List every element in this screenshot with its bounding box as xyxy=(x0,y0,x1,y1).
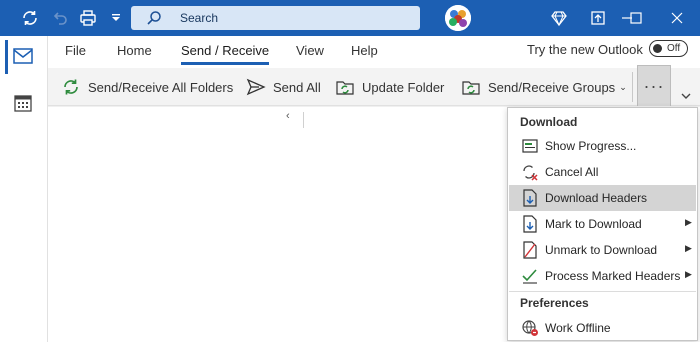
toggle-state: Off xyxy=(667,43,681,54)
command-separator xyxy=(632,72,633,102)
menu-label: Mark to Download xyxy=(545,217,642,231)
send-receive-groups-button[interactable]: Send/Receive Groups ⌄ xyxy=(461,77,627,97)
send-icon xyxy=(246,77,266,97)
groups-icon xyxy=(461,77,481,97)
menu-item-mark-to-download[interactable]: Mark to Download ▶ xyxy=(509,211,696,237)
submenu-arrow-icon: ▶ xyxy=(685,269,692,279)
search-icon xyxy=(146,10,162,29)
diamond-icon[interactable] xyxy=(549,8,569,28)
mark-download-icon xyxy=(521,215,539,233)
menu-item-work-offline[interactable]: Work Offline xyxy=(509,315,696,341)
menu-label: Show Progress... xyxy=(545,139,637,153)
tab-view[interactable]: View xyxy=(296,43,324,58)
tab-send-receive[interactable]: Send / Receive xyxy=(181,43,269,58)
menu-label: Unmark to Download xyxy=(545,243,658,257)
send-all-button[interactable]: Send All xyxy=(246,77,321,97)
print-icon[interactable] xyxy=(78,8,98,28)
menu-item-cancel-all[interactable]: Cancel All xyxy=(509,159,696,185)
menu-label: Work Offline xyxy=(545,321,611,335)
title-bar: Search xyxy=(0,0,700,36)
update-folder-icon xyxy=(335,77,355,97)
tab-help[interactable]: Help xyxy=(351,43,378,58)
update-folder-label: Update Folder xyxy=(362,79,445,95)
menu-label: Download Headers xyxy=(545,191,648,205)
try-new-outlook-label: Try the new Outlook xyxy=(527,42,643,57)
unmark-download-icon xyxy=(521,241,539,259)
tab-file[interactable]: File xyxy=(65,43,86,58)
more-commands-button[interactable]: ··· xyxy=(637,65,671,107)
undo-icon[interactable] xyxy=(50,8,70,28)
menu-item-show-progress[interactable]: Show Progress... xyxy=(509,133,696,159)
active-tab-underline xyxy=(181,62,269,65)
cancel-all-icon xyxy=(521,163,539,181)
send-receive-all-label: Send/Receive All Folders xyxy=(88,79,234,95)
progress-icon xyxy=(521,137,539,155)
toggle-knob xyxy=(653,44,662,53)
process-headers-icon xyxy=(521,267,539,285)
menu-separator xyxy=(509,291,696,292)
maximize-icon[interactable] xyxy=(626,8,646,28)
menu-item-download-headers[interactable]: Download Headers xyxy=(509,185,696,211)
more-commands-menu: Download Show Progress... Cancel All Dow… xyxy=(507,107,698,341)
avatar[interactable] xyxy=(445,5,471,31)
sync-icon[interactable] xyxy=(20,8,40,28)
download-headers-icon xyxy=(521,189,539,207)
pane-divider[interactable] xyxy=(303,112,304,128)
ribbon-collapse-icon[interactable] xyxy=(680,90,692,105)
send-all-label: Send All xyxy=(273,79,321,95)
menu-item-unmark-to-download[interactable]: Unmark to Download ▶ xyxy=(509,237,696,263)
calendar-icon[interactable] xyxy=(14,94,32,115)
mail-icon[interactable] xyxy=(13,48,33,67)
submenu-arrow-icon: ▶ xyxy=(685,243,692,253)
menu-label: Cancel All xyxy=(545,165,599,179)
work-offline-icon xyxy=(521,319,539,337)
command-bar: Send/Receive All Folders Send All Update… xyxy=(48,68,700,106)
quick-access-dropdown-icon[interactable] xyxy=(106,8,126,28)
submenu-arrow-icon: ▶ xyxy=(685,217,692,227)
search-input[interactable]: Search xyxy=(131,6,420,30)
collapse-pane-icon[interactable]: ‹ xyxy=(286,110,290,122)
close-icon[interactable] xyxy=(667,8,687,28)
left-navigation xyxy=(0,36,48,342)
menu-section-download: Download xyxy=(520,115,578,129)
update-folder-button[interactable]: Update Folder xyxy=(335,77,444,97)
try-new-outlook-toggle[interactable]: Off xyxy=(649,40,688,57)
send-receive-groups-label: Send/Receive Groups xyxy=(488,79,616,95)
search-placeholder: Search xyxy=(180,11,219,25)
menu-item-process-marked-headers[interactable]: Process Marked Headers ▶ xyxy=(509,263,696,289)
send-receive-all-folders-button[interactable]: Send/Receive All Folders xyxy=(61,77,233,97)
nav-selection-indicator xyxy=(5,40,8,74)
chevron-down-icon: ⌄ xyxy=(619,81,627,92)
restore-icon[interactable] xyxy=(588,8,608,28)
menu-label: Process Marked Headers xyxy=(545,269,681,283)
tab-home[interactable]: Home xyxy=(117,43,152,58)
send-receive-icon xyxy=(61,77,81,97)
menu-section-preferences: Preferences xyxy=(520,296,589,310)
